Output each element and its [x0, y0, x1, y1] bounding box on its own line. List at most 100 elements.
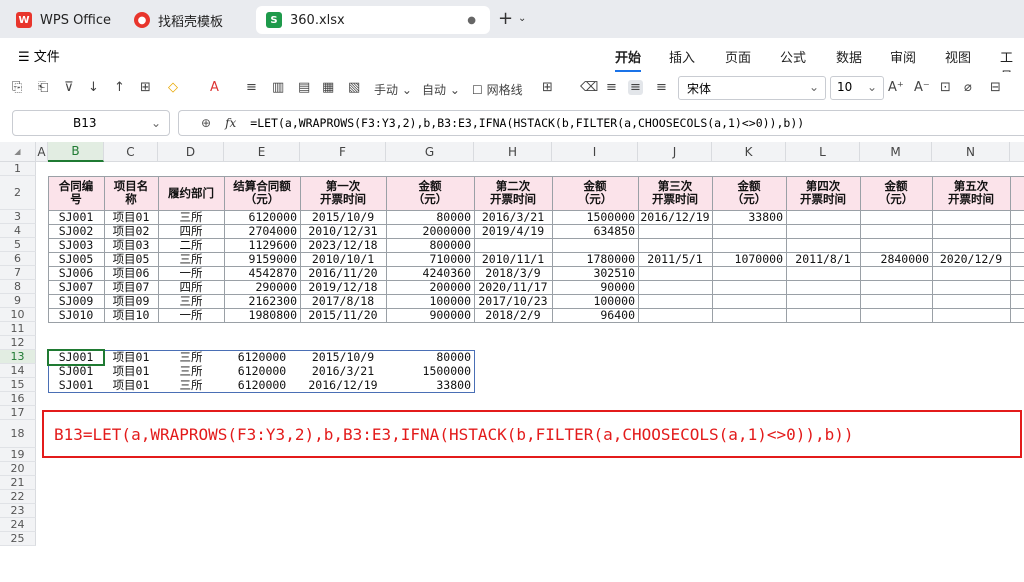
- row-header-5[interactable]: 5: [0, 238, 36, 252]
- table-cell[interactable]: 1980800: [224, 308, 300, 322]
- unsaved-dot-icon[interactable]: ●: [467, 15, 476, 26]
- table-cell[interactable]: [638, 308, 712, 322]
- table-cell[interactable]: SJ003: [48, 238, 104, 252]
- table-cell[interactable]: 2015/11/20: [300, 308, 386, 322]
- table-cell[interactable]: [786, 210, 860, 224]
- column-header-j[interactable]: J: [638, 142, 712, 162]
- align-left-icon[interactable]: ≡: [606, 80, 617, 95]
- table-cell[interactable]: [860, 224, 932, 238]
- table-cell[interactable]: 2018/3/9: [474, 266, 552, 280]
- align-center-icon[interactable]: ≡: [628, 80, 643, 95]
- row-header-24[interactable]: 24: [0, 518, 36, 532]
- gridlines-checkbox[interactable]: ☐ 网格线: [472, 81, 523, 98]
- row-header-2[interactable]: 2: [0, 176, 36, 210]
- select-all-corner[interactable]: ◢: [0, 142, 36, 162]
- font-color-icon[interactable]: A: [210, 80, 219, 95]
- file-menu[interactable]: ☰ 文件: [18, 46, 60, 65]
- row-header-8[interactable]: 8: [0, 280, 36, 294]
- table-cell[interactable]: 1129600: [224, 238, 300, 252]
- table-cell[interactable]: [786, 308, 860, 322]
- tab-docer[interactable]: ● 找稻壳模板: [124, 6, 250, 34]
- table-cell[interactable]: 4240360: [386, 266, 474, 280]
- table-cell[interactable]: [860, 308, 932, 322]
- table-cell[interactable]: 2016/11/20: [300, 266, 386, 280]
- table-cell[interactable]: SJ002: [48, 224, 104, 238]
- table-cell[interactable]: [786, 294, 860, 308]
- sort-desc-icon[interactable]: ↑: [114, 80, 125, 95]
- column-header-e[interactable]: E: [224, 142, 300, 162]
- table-cell[interactable]: [638, 294, 712, 308]
- table-cell[interactable]: [932, 224, 1010, 238]
- table-cell[interactable]: SJ006: [48, 266, 104, 280]
- table-cell[interactable]: [712, 266, 786, 280]
- table-cell[interactable]: 2023/12/18: [300, 238, 386, 252]
- table-cell[interactable]: 一所: [158, 308, 224, 322]
- menu-data[interactable]: 数据: [836, 47, 862, 66]
- table-cell[interactable]: [860, 210, 932, 224]
- row-header-7[interactable]: 7: [0, 266, 36, 280]
- table-cell[interactable]: 200000: [386, 280, 474, 294]
- paste-icon[interactable]: ⎘: [12, 80, 22, 95]
- increase-font-icon[interactable]: A⁺: [888, 80, 904, 95]
- column-header-f[interactable]: F: [300, 142, 386, 162]
- link-icon[interactable]: ⌀: [964, 80, 972, 95]
- table-cell[interactable]: 1500000: [552, 210, 638, 224]
- table-cell[interactable]: 一所: [158, 266, 224, 280]
- row-header-21[interactable]: 21: [0, 476, 36, 490]
- table-cell[interactable]: 2704000: [224, 224, 300, 238]
- formula-input[interactable]: ⊕ fx =LET(a,WRAPROWS(F3:Y3,2),b,B3:E3,IF…: [178, 110, 1024, 136]
- table-cell[interactable]: SJ009: [48, 294, 104, 308]
- table-cell[interactable]: [932, 280, 1010, 294]
- freeze-icon[interactable]: ▥: [272, 80, 284, 95]
- table-cell[interactable]: 1780000: [552, 252, 638, 266]
- table-cell[interactable]: 2015/10/9: [300, 210, 386, 224]
- table-cell[interactable]: [712, 308, 786, 322]
- borders-icon[interactable]: ⊞: [140, 80, 151, 95]
- menu-home[interactable]: 开始: [615, 47, 641, 66]
- table-cell[interactable]: [932, 266, 1010, 280]
- table-cell[interactable]: 6120000: [224, 210, 300, 224]
- table-cell[interactable]: SJ001: [48, 210, 104, 224]
- column-header-g[interactable]: G: [386, 142, 474, 162]
- row-header-16[interactable]: 16: [0, 392, 36, 406]
- table-cell[interactable]: [638, 280, 712, 294]
- new-tab-plus-icon[interactable]: +: [498, 8, 513, 29]
- table-cell[interactable]: SJ010: [48, 308, 104, 322]
- row-header-14[interactable]: 14: [0, 364, 36, 378]
- table-cell[interactable]: 2017/10/23: [474, 294, 552, 308]
- table-cell[interactable]: 90000: [552, 280, 638, 294]
- manual-calc-dropdown[interactable]: 手动 ⌄: [374, 81, 412, 98]
- row-header-1[interactable]: 1: [0, 162, 36, 176]
- row-header-6[interactable]: 6: [0, 252, 36, 266]
- table-cell[interactable]: 800000: [386, 238, 474, 252]
- tab-wps-office[interactable]: W WPS Office: [6, 6, 118, 34]
- table-cell[interactable]: SJ005: [48, 252, 104, 266]
- table-cell[interactable]: 2020/11/17: [474, 280, 552, 294]
- menu-formula[interactable]: 公式: [780, 47, 806, 66]
- table-cell[interactable]: 2010/11/1: [474, 252, 552, 266]
- table-cell[interactable]: [932, 294, 1010, 308]
- row-header-18[interactable]: 18: [0, 420, 36, 448]
- align-right-icon[interactable]: ≡: [656, 80, 667, 95]
- fx-icon[interactable]: fx: [225, 116, 236, 130]
- font-size-select[interactable]: 10 ⌄: [830, 76, 884, 100]
- table-cell[interactable]: [786, 266, 860, 280]
- column-header-l[interactable]: L: [786, 142, 860, 162]
- table-cell[interactable]: 2010/10/1: [300, 252, 386, 266]
- column-header-h[interactable]: H: [474, 142, 552, 162]
- text-box-icon[interactable]: ⊡: [940, 80, 951, 95]
- table-cell[interactable]: [932, 308, 1010, 322]
- row-header-10[interactable]: 10: [0, 308, 36, 322]
- table-cell[interactable]: [932, 210, 1010, 224]
- column-header-i[interactable]: I: [552, 142, 638, 162]
- table-cell[interactable]: 项目02: [104, 224, 158, 238]
- table-cell[interactable]: [712, 238, 786, 252]
- table-cell[interactable]: 项目03: [104, 238, 158, 252]
- table-cell[interactable]: 项目06: [104, 266, 158, 280]
- table-cell[interactable]: 项目01: [104, 210, 158, 224]
- table-cell[interactable]: [860, 238, 932, 252]
- table-cell[interactable]: [786, 224, 860, 238]
- table-cell[interactable]: [860, 280, 932, 294]
- table-cell[interactable]: 80000: [386, 210, 474, 224]
- table-style-icon[interactable]: ▧: [348, 80, 360, 95]
